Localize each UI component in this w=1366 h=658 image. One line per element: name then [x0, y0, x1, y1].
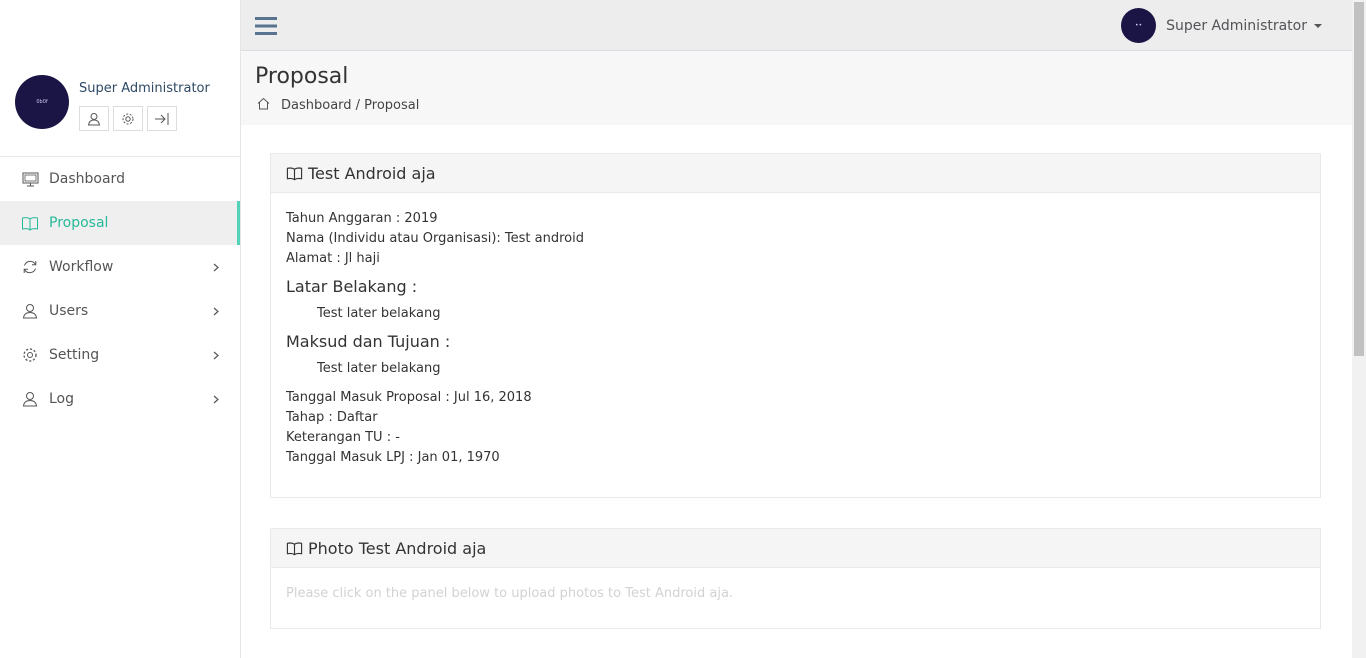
tanggal-masuk-proposal: Tanggal Masuk Proposal : Jul 16, 2018: [286, 390, 532, 405]
caret-down-icon: [1314, 23, 1322, 28]
panel-title: Test Android aja: [308, 163, 436, 183]
top-navbar: •• Super Administrator: [241, 0, 1352, 51]
chevron-right-icon: [213, 304, 219, 320]
latar-belakang-heading: Latar Belakang :: [286, 277, 418, 296]
user-icon: [21, 302, 39, 320]
profile-button[interactable]: [79, 106, 109, 131]
maksud-tujuan-text: Test later belakang: [317, 361, 441, 376]
sidebar-item-label: Workflow: [49, 259, 114, 275]
sidebar-item-label: Users: [49, 303, 89, 319]
chevron-right-icon: [213, 392, 219, 408]
breadcrumb: Dashboard / Proposal: [255, 97, 1352, 114]
panel-title: Photo Test Android aja: [308, 538, 487, 558]
home-icon[interactable]: [257, 97, 270, 114]
panel-header: Test Android aja: [271, 154, 1320, 193]
user-name: Super Administrator: [1166, 17, 1307, 34]
latar-belakang-text: Test later belakang: [317, 306, 441, 321]
book-icon: [286, 541, 303, 556]
profile-name: Super Administrator: [79, 81, 210, 96]
user-menu[interactable]: •• Super Administrator: [1121, 8, 1322, 43]
content-area: Test Android aja Tahun Anggaran : 2019 N…: [241, 125, 1352, 658]
avatar: 0b0f: [15, 75, 69, 129]
sidebar-item-setting[interactable]: Setting: [0, 333, 240, 377]
book-icon: [21, 214, 39, 232]
sidebar-item-workflow[interactable]: Workflow: [0, 245, 240, 289]
keterangan-tu: Keterangan TU : -: [286, 430, 400, 445]
gear-icon: [122, 113, 134, 124]
menu-toggle-icon[interactable]: [255, 17, 277, 35]
main-content: Proposal Dashboard / Proposal Test Andro…: [241, 51, 1352, 658]
page-scrollbar[interactable]: [1352, 0, 1366, 658]
gear-icon: [21, 346, 39, 364]
refresh-icon: [21, 258, 39, 276]
panel-header: Photo Test Android aja: [271, 529, 1320, 568]
avatar: ••: [1121, 8, 1157, 43]
sidebar-item-label: Proposal: [49, 215, 109, 231]
sidebar-menu: Dashboard Proposal Workflow Users Settin…: [0, 157, 240, 421]
photo-panel: Photo Test Android aja Please click on t…: [270, 528, 1321, 629]
sidebar-item-dashboard[interactable]: Dashboard: [0, 157, 240, 201]
chevron-right-icon: [213, 260, 219, 276]
sidebar: 0b0f Super Administrator Dashboard Propo…: [0, 0, 241, 658]
settings-button[interactable]: [113, 106, 143, 131]
maksud-tujuan-heading: Maksud dan Tujuan :: [286, 332, 451, 351]
sidebar-item-label: Log: [49, 391, 75, 407]
tanggal-masuk-lpj: Tanggal Masuk LPJ : Jan 01, 1970: [286, 450, 500, 465]
sidebar-item-label: Dashboard: [49, 171, 125, 187]
sidebar-item-label: Setting: [49, 347, 100, 363]
nama: Nama (Individu atau Organisasi): Test an…: [286, 231, 584, 246]
sidebar-item-users[interactable]: Users: [0, 289, 240, 333]
logout-icon: [155, 112, 169, 125]
panel-body: Please click on the panel below to uploa…: [271, 568, 1320, 620]
monitor-icon: [21, 170, 39, 188]
page-title: Proposal: [255, 64, 349, 89]
logout-button[interactable]: [147, 106, 177, 131]
tahap: Tahap : Daftar: [286, 410, 378, 425]
breadcrumb-text[interactable]: Dashboard / Proposal: [281, 98, 419, 113]
upload-hint[interactable]: Please click on the panel below to uploa…: [286, 584, 1305, 604]
user-icon: [21, 390, 39, 408]
sidebar-item-log[interactable]: Log: [0, 377, 240, 421]
chevron-right-icon: [213, 348, 219, 364]
tahun-anggaran: Tahun Anggaran : 2019: [286, 211, 438, 226]
book-icon: [286, 166, 303, 181]
profile-section: 0b0f Super Administrator: [0, 0, 240, 157]
scrollbar-thumb[interactable]: [1354, 2, 1364, 356]
proposal-detail-panel: Test Android aja Tahun Anggaran : 2019 N…: [270, 153, 1321, 498]
sidebar-item-proposal[interactable]: Proposal: [0, 201, 240, 245]
alamat: Alamat : Jl haji: [286, 251, 380, 266]
panel-body: Tahun Anggaran : 2019 Nama (Individu ata…: [271, 193, 1320, 484]
user-icon: [87, 112, 101, 125]
